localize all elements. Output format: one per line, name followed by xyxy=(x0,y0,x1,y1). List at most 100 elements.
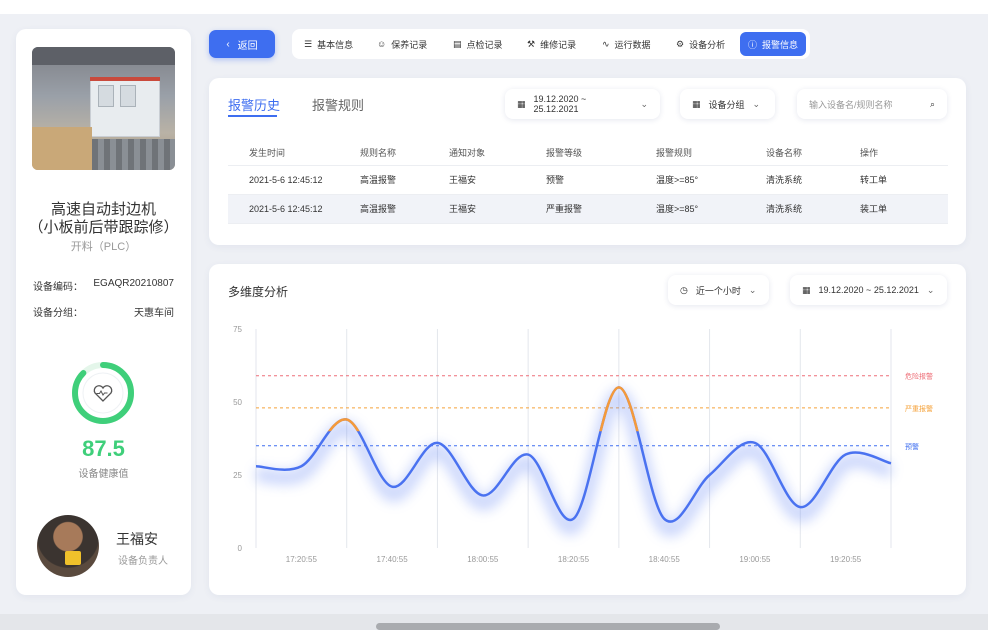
search-input[interactable]: 输入设备名/规则名称 ⌕ xyxy=(797,89,947,119)
device-group-label: 设备分组： xyxy=(33,308,83,319)
table-cell: 清洗系统 xyxy=(766,194,860,224)
date-range-value: 19.12.2020 ~ 25.12.2021 xyxy=(533,94,587,114)
table-cell: 清洗系统 xyxy=(766,165,860,195)
horizontal-scrollbar-thumb[interactable] xyxy=(376,623,720,630)
search-icon[interactable]: ⌕ xyxy=(930,99,935,110)
series-line xyxy=(255,386,892,523)
column-header: 通知对象 xyxy=(449,141,546,166)
device-code-row: 设备编码： EGAQR20210807 xyxy=(33,278,174,293)
back-button[interactable]: ‹ 返回 xyxy=(209,30,275,58)
owner-role: 设备负责人 xyxy=(118,556,168,567)
chevron-down-icon: ⌄ xyxy=(752,98,761,109)
table-cell: 严重报警 xyxy=(546,194,656,224)
device-group-select[interactable]: ▦ 设备分组 ⌄ xyxy=(680,89,775,119)
alarm-table: 发生时间 规则名称 通知对象 报警等级 报警规则 设备名称 操作 2021-5-… xyxy=(228,141,948,224)
tab-maintenance[interactable]: ☺ 保养记录 xyxy=(369,32,435,56)
table-cell: 温度>=85° xyxy=(656,165,766,195)
avatar xyxy=(37,515,99,577)
device-code-label: 设备编码： xyxy=(33,282,83,293)
column-header: 设备名称 xyxy=(766,141,860,166)
y-tick-label: 75 xyxy=(233,325,242,334)
tab-alarm-history[interactable]: 报警历史 xyxy=(228,95,280,114)
table-cell: 温度>=85° xyxy=(656,194,766,224)
column-header: 规则名称 xyxy=(360,141,449,166)
search-placeholder: 输入设备名/规则名称 xyxy=(809,99,893,110)
series-glow xyxy=(255,388,894,537)
multi-dimension-chart: 0 25 50 75 17:20:55 17:40:55 18:00:55 18:20:55 1… xyxy=(233,325,933,564)
calendar-icon: ▦ xyxy=(517,98,526,109)
table-header-row: 发生时间 规则名称 通知对象 报警等级 报警规则 设备名称 操作 xyxy=(228,141,948,166)
action-link[interactable]: 转工单 xyxy=(860,165,948,195)
tab-label: 基本信息 xyxy=(317,39,354,50)
analysis-card: 多维度分析 ◷ 近一个小时 ⌄ ▦ 19.12.2020 ~ 25.12.202… xyxy=(209,264,966,595)
threshold-label: 预警 xyxy=(905,442,919,451)
table-row: 2021-5-6 12:45:12 高温报警 王福安 严重报警 温度>=85° … xyxy=(228,194,948,224)
device-info-card: 高速自动封边机 （小板前后带跟踪修） 开料（PLC） 设备编码： EGAQR20… xyxy=(16,29,191,595)
chevron-down-icon: ⌄ xyxy=(640,98,648,109)
series-line-highlight xyxy=(327,386,639,432)
column-header: 发生时间 xyxy=(228,141,360,166)
device-subtitle: 开料（PLC） xyxy=(70,241,137,253)
x-tick-label: 18:40:55 xyxy=(649,555,681,564)
x-tick-label: 18:00:55 xyxy=(467,555,499,564)
tab-label: 点检记录 xyxy=(466,39,503,50)
table-cell: 王福安 xyxy=(449,194,546,224)
alert-icon: ⓘ xyxy=(748,39,758,50)
action-link[interactable]: 装工单 xyxy=(860,194,948,224)
tab-alarm[interactable]: ⓘ 报警信息 xyxy=(740,32,807,56)
table-cell: 高温报警 xyxy=(360,194,449,224)
x-tick-label: 18:20:55 xyxy=(558,555,590,564)
tab-label: 设备分析 xyxy=(689,39,726,50)
chevron-left-icon: ‹ xyxy=(226,38,230,50)
document-icon: ▤ xyxy=(453,38,462,49)
tab-label: 报警信息 xyxy=(762,39,799,50)
gear-icon: ⚙ xyxy=(676,38,685,49)
column-header: 操作 xyxy=(860,141,948,166)
table-cell: 王福安 xyxy=(449,165,546,195)
device-group-row: 设备分组： 天惠车间 xyxy=(33,304,174,319)
y-tick-label: 0 xyxy=(238,544,243,553)
table-cell: 预警 xyxy=(546,165,656,195)
smile-icon: ☺ xyxy=(377,39,387,49)
device-photo xyxy=(32,47,175,170)
health-gauge xyxy=(72,362,134,424)
tab-inspection[interactable]: ▤ 点检记录 xyxy=(445,32,511,56)
active-tab-underline xyxy=(228,115,277,117)
owner-name: 王福安 xyxy=(116,531,158,547)
wrench-icon: ⚒ xyxy=(527,38,536,49)
threshold-label: 严重报警 xyxy=(905,404,933,413)
x-tick-label: 17:40:55 xyxy=(377,555,409,564)
column-header: 报警等级 xyxy=(546,141,656,166)
device-code-value: EGAQR20210807 xyxy=(93,278,174,289)
x-tick-label: 19:20:55 xyxy=(830,555,862,564)
top-strip xyxy=(0,0,988,14)
table-cell: 高温报警 xyxy=(360,165,449,195)
column-header: 报警规则 xyxy=(656,141,766,166)
y-tick-label: 50 xyxy=(233,398,242,407)
alarm-history-card: 报警历史 报警规则 ▦ 19.12.2020 ~ 25.12.2021 ⌄ ▦ … xyxy=(209,78,966,245)
tab-bar: ☰ 基本信息 ☺ 保养记录 ▤ 点检记录 ⚒ 维修记录 ∿ 运行数据 ⚙ 设备分… xyxy=(292,29,810,59)
date-range-picker[interactable]: ▦ 19.12.2020 ~ 25.12.2021 ⌄ xyxy=(505,89,660,119)
pulse-icon: ∿ xyxy=(602,38,610,49)
tab-basic-info[interactable]: ☰ 基本信息 xyxy=(296,32,361,56)
tab-label: 运行数据 xyxy=(614,39,651,50)
tab-repair[interactable]: ⚒ 维修记录 xyxy=(519,32,584,56)
health-score: 87.5 xyxy=(82,436,125,461)
table-cell: 2021-5-6 12:45:12 xyxy=(228,194,360,224)
device-name-line2: （小板前后带跟踪修） xyxy=(28,219,179,236)
device-group-value: 设备分组 xyxy=(708,99,745,110)
x-tick-label: 17:20:55 xyxy=(286,555,318,564)
tab-label: 保养记录 xyxy=(391,39,428,50)
health-score-label: 设备健康值 xyxy=(78,469,129,480)
tab-label: 维修记录 xyxy=(540,39,577,50)
x-tick-label: 19:00:55 xyxy=(739,555,771,564)
tab-analysis[interactable]: ⚙ 设备分析 xyxy=(668,32,733,56)
table-row: 2021-5-6 12:45:12 高温报警 王福安 预警 温度>=85° 清洗… xyxy=(228,165,948,195)
tab-alarm-rules[interactable]: 报警规则 xyxy=(312,95,364,114)
threshold-label: 危险报警 xyxy=(905,372,933,381)
tab-runtime[interactable]: ∿ 运行数据 xyxy=(594,32,659,56)
back-button-label: 返回 xyxy=(237,40,258,52)
device-group-value: 天惠车间 xyxy=(134,308,174,319)
list-icon: ☰ xyxy=(304,38,313,49)
y-tick-label: 25 xyxy=(233,471,242,480)
